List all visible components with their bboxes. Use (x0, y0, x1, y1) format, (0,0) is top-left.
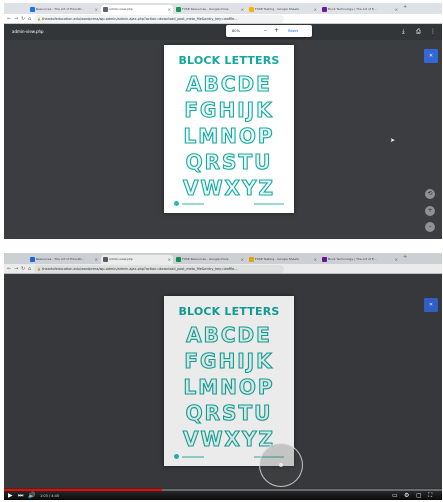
letter-row: QRSTU (185, 149, 273, 174)
tab-favicon-icon (322, 7, 327, 12)
pdf-viewer-header: admin-view.php ⤓ ⎙ ⋮ (4, 24, 442, 40)
tab-resources[interactable]: Resources - The Art of Educati... × (28, 5, 100, 14)
tab-close-icon[interactable]: × (168, 5, 171, 14)
url-text: theartofeducation.edu/wordpress/wp-admin… (42, 17, 238, 21)
zoom-popup: 80% – + Reset (226, 25, 312, 37)
video-progress-fill (4, 489, 162, 491)
back-icon[interactable]: ← (7, 15, 11, 23)
side-panel-button[interactable]: ✕ (424, 49, 438, 63)
forward-icon[interactable]: → (14, 15, 18, 23)
video-time: 1:03 / 4:45 (40, 494, 60, 498)
click-ripple (259, 443, 303, 487)
tab-label: admin-view.php (109, 7, 133, 11)
letter-row: VWXYZ (182, 175, 275, 200)
worksheet-title: BLOCK LETTERS (178, 54, 280, 67)
settings-icon[interactable]: ⚙ (404, 492, 409, 499)
video-dim-overlay (4, 253, 442, 500)
tab-label: FUSE Testing - Google Sheets (255, 7, 299, 11)
tab-close-icon[interactable]: × (314, 5, 317, 14)
tab-label: Book Technology | The Art of E... (328, 7, 377, 11)
reload-icon[interactable]: ↻ (21, 15, 25, 23)
tab-favicon-icon (176, 7, 181, 12)
plus-icon: + (427, 207, 433, 214)
screenshot-frame-top: Resources - The Art of Educati... × admin… (4, 3, 442, 239)
play-icon[interactable]: ▶ (8, 492, 13, 499)
tab-favicon-icon (103, 7, 108, 12)
new-tab-icon[interactable]: + (403, 3, 407, 11)
zoom-out-round-button[interactable]: – (425, 222, 435, 232)
fit-page-button[interactable]: ⟲ (425, 189, 435, 199)
more-icon[interactable]: ⋮ (430, 28, 436, 35)
browser-toolbar: ← → ↻ ⌂ 🔒 theartofeducation.edu/wordpress… (4, 14, 442, 31)
letter-row: FGHIJK (184, 97, 274, 122)
tab-admin-view[interactable]: admin-view.php × (101, 5, 173, 14)
tab-fuse-drive[interactable]: FUSE Resources - Google Drive × (174, 5, 246, 14)
print-icon[interactable]: ⎙ (416, 28, 421, 36)
ripple-center (279, 463, 283, 467)
tab-label: FUSE Resources - Google Drive (182, 7, 229, 11)
tab-favicon-icon (249, 7, 254, 12)
tab-label: Resources - The Art of Educati... (36, 7, 85, 11)
zoom-reset-button[interactable]: Reset (288, 25, 298, 37)
letter-row: ABCDE (186, 71, 272, 96)
screenshot-frame-bottom: Resources - The Art of Educati... × admin… (4, 253, 442, 500)
tab-fuse-sheets[interactable]: FUSE Testing - Google Sheets × (247, 5, 319, 14)
lock-icon: 🔒 (37, 17, 41, 21)
address-bar[interactable]: 🔒 theartofeducation.edu/wordpress/wp-admi… (34, 15, 284, 23)
home-icon[interactable]: ⌂ (28, 15, 31, 23)
tab-book-technology[interactable]: Book Technology | The Art of E... × (320, 5, 400, 14)
fit-icon: ⟲ (427, 190, 433, 197)
video-controls: ▶ ⏭ 🔊 1:03 / 4:45 ▭ ⚙ ▢ ⛶ (4, 488, 442, 500)
pdf-page: BLOCK LETTERS ABCDE FGHIJK LMNOP QRSTU V… (164, 45, 294, 213)
download-icon[interactable]: ⤓ (402, 28, 405, 36)
zoom-out-button[interactable]: – (264, 25, 267, 37)
zoom-in-round-button[interactable]: + (425, 206, 435, 216)
subtitles-icon[interactable]: ▭ (392, 492, 398, 499)
zoom-value[interactable]: 80% (232, 25, 240, 37)
tab-favicon-icon (30, 7, 35, 12)
minus-icon: – (428, 223, 432, 230)
browser-tab-bar: Resources - The Art of Educati... × admin… (4, 3, 442, 21)
volume-icon[interactable]: 🔊 (28, 492, 35, 499)
letter-row: LMNOP (183, 123, 275, 148)
close-icon: ✕ (428, 53, 434, 59)
tab-close-icon[interactable]: × (395, 5, 398, 14)
next-icon[interactable]: ⏭ (18, 492, 23, 499)
logo-icon (174, 201, 179, 206)
miniplayer-icon[interactable]: ▢ (416, 492, 422, 499)
video-progress-bar[interactable] (4, 489, 442, 491)
footer-line (182, 203, 204, 205)
tab-close-icon[interactable]: × (95, 5, 98, 14)
fullscreen-icon[interactable]: ⛶ (428, 492, 432, 499)
zoom-in-button[interactable]: + (274, 25, 279, 37)
page-footer (174, 201, 284, 207)
extensions-bar (289, 16, 401, 31)
pdf-filename: admin-view.php (12, 29, 44, 34)
footer-line (254, 203, 284, 205)
mouse-pointer-icon: ➤ (390, 137, 396, 144)
tab-close-icon[interactable]: × (241, 5, 244, 14)
